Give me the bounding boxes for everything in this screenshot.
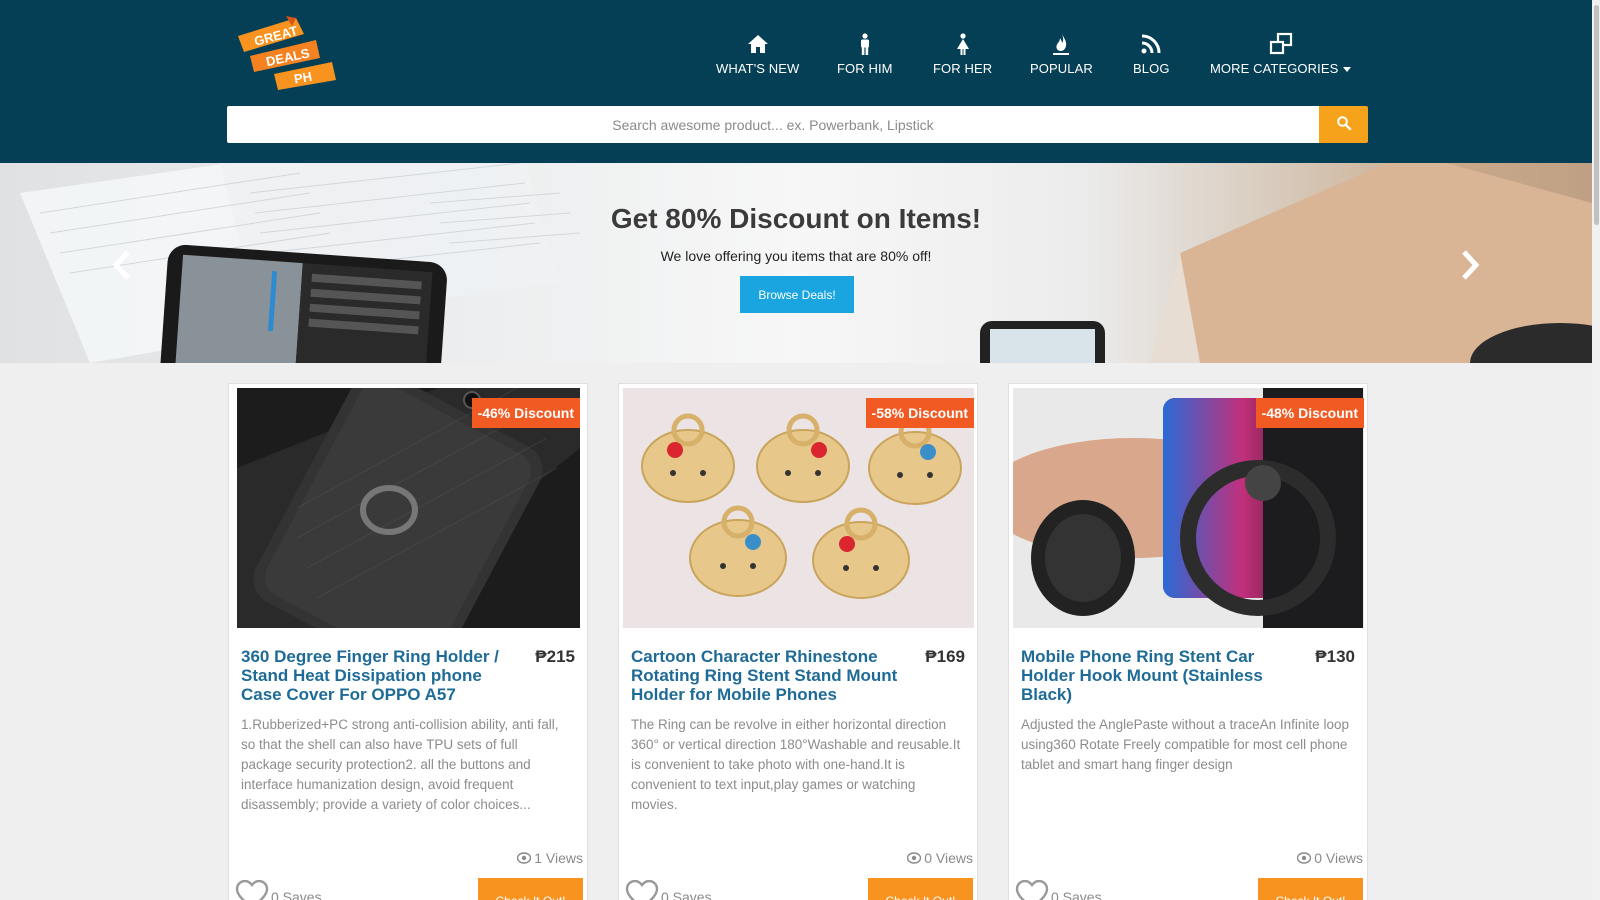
product-card: -46% Discount 360 Degree Finger Ring Hol… [228,383,588,900]
nav-label: MORE CATEGORIES [1210,61,1339,76]
hero-subtitle: We love offering you items that are 80% … [660,248,932,264]
view-count: 1 Views [517,850,583,866]
search-bar [227,106,1368,143]
save-count: 0 Saves [661,889,712,900]
scrollbar-thumb[interactable] [1594,5,1599,225]
nav-label: POPULAR [1030,61,1093,76]
rss-icon [1141,34,1161,54]
eye-icon [907,852,922,864]
product-image[interactable]: -46% Discount [237,388,580,628]
product-description: Adjusted the AnglePaste without a traceA… [1021,717,1349,772]
discount-badge: -46% Discount [471,398,580,428]
view-count-label: 1 Views [534,850,583,866]
hero-title: Get 80% Discount on Items! [610,203,982,234]
product-card: -58% Discount Cartoon Character Rhinesto… [618,383,978,900]
caret-down-icon [1343,67,1352,73]
heart-icon[interactable] [235,880,269,900]
product-title[interactable]: Cartoon Character Rhinestone Rotating Ri… [631,647,906,704]
view-count: 0 Views [907,850,973,866]
heart-icon[interactable] [1015,880,1049,900]
heart-icon[interactable] [625,880,659,900]
windows-icon [1269,32,1292,55]
home-icon [747,35,768,53]
product-description: 1.Rubberized+PC strong anti-collision ab… [241,717,559,812]
discount-badge: -48% Discount [1255,398,1364,428]
save-count: 0 Saves [271,889,322,900]
discount-badge: -58% Discount [865,398,974,428]
nav-popular[interactable]: POPULAR [1030,32,1093,76]
product-description: The Ring can be revolve in either horizo… [631,717,961,812]
browse-deals-button[interactable]: Browse Deals! [740,276,854,313]
hero-carousel: Get 80% Discount on Items! We love offer… [0,163,1592,363]
search-icon [1336,116,1351,131]
save-count: 0 Saves [1051,889,1102,900]
nav-for-him[interactable]: FOR HIM [837,32,893,76]
search-input[interactable] [227,106,1319,143]
product-image[interactable]: -58% Discount [623,388,974,628]
svg-text:DEALS: DEALS [265,45,312,69]
product-image[interactable]: -48% Discount [1013,388,1364,628]
nav-more-categories[interactable]: MORE CATEGORIES [1210,32,1352,76]
nav-label: FOR HER [933,61,993,76]
product-price: ₱130 [1315,647,1355,666]
fire-icon [1053,33,1070,55]
check-it-out-button[interactable]: Check It Out! [478,878,583,900]
product-card: -48% Discount Mobile Phone Ring Stent Ca… [1008,383,1368,900]
chevron-left-icon[interactable] [110,248,134,282]
site-header: GREAT DEALS PH WHAT'S NEW FOR HIM FOR HE… [0,0,1600,163]
eye-icon [517,852,532,864]
nav-for-her[interactable]: FOR HER [933,32,992,76]
check-it-out-button[interactable]: Check It Out! [868,878,973,900]
svg-text:PH: PH [293,69,313,87]
woman-icon [956,33,969,55]
check-it-out-button[interactable]: Check It Out! [1258,878,1363,900]
product-title[interactable]: Mobile Phone Ring Stent Car Holder Hook … [1021,647,1296,704]
product-title[interactable]: 360 Degree Finger Ring Holder / Stand He… [241,647,516,704]
nav-blog[interactable]: BLOG [1133,32,1170,76]
product-price: ₱169 [925,647,965,666]
nav-label: FOR HIM [837,61,893,76]
nav-label: BLOG [1133,61,1170,76]
product-price: ₱215 [535,647,575,666]
chevron-right-icon[interactable] [1458,248,1482,282]
view-count: 0 Views [1297,850,1363,866]
nav-label: WHAT'S NEW [716,61,800,76]
nav-whats-new[interactable]: WHAT'S NEW [716,32,799,76]
site-logo[interactable]: GREAT DEALS PH [234,14,342,90]
man-icon [860,33,869,55]
view-count-label: 0 Views [924,850,973,866]
search-button[interactable] [1319,106,1368,143]
eye-icon [1297,852,1312,864]
view-count-label: 0 Views [1314,850,1363,866]
